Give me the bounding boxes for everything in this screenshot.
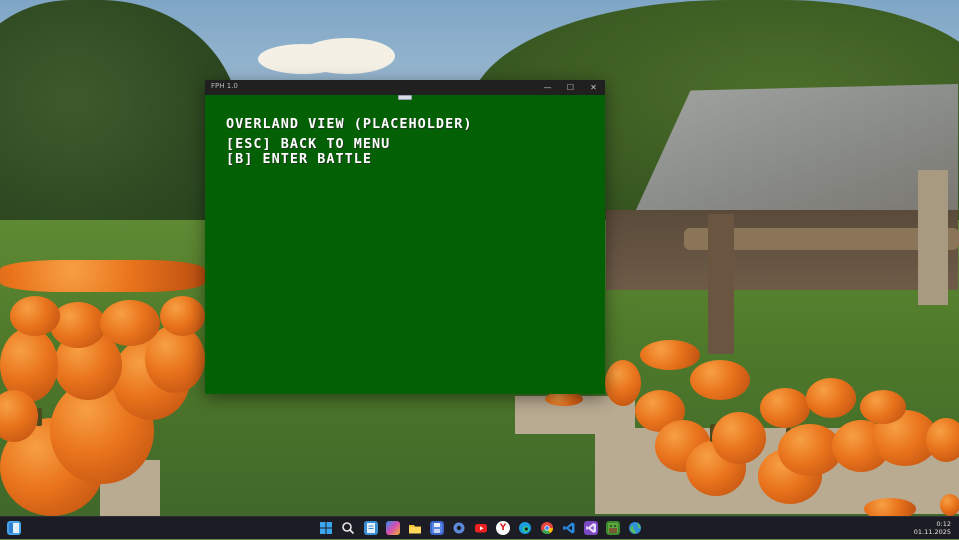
wallpaper-pumpkin [640,340,700,370]
chrome-icon[interactable] [540,521,554,535]
close-button[interactable]: ✕ [582,80,605,95]
wallpaper-cloud [300,38,395,74]
clock-time: 0:12 [936,520,951,528]
start-icon[interactable] [319,521,333,535]
game-window: FPH 1.0 — ☐ ✕ OVERLAND VIEW (PLACEHOLDER… [205,80,605,394]
taskbar: Y 0:12 01.11.2025 [0,516,959,539]
yandex-browser-icon[interactable]: Y [496,521,510,535]
youtube-icon[interactable] [474,521,488,535]
wallpaper-pumpkin [806,378,856,418]
vscode-icon[interactable] [562,521,576,535]
wallpaper-pumpkin [940,494,959,516]
notepad-icon[interactable] [364,521,378,535]
wallpaper-pumpkin-row [0,260,205,292]
window-title: FPH 1.0 [211,82,238,90]
globe-app-icon[interactable] [628,521,642,535]
wallpaper-barn-wall [606,210,958,290]
save-icon[interactable] [430,521,444,535]
menu-hint-esc: [ESC] BACK TO MENU [226,136,391,152]
wallpaper-pumpkin [926,418,959,462]
wallpaper-pumpkin [864,498,916,516]
wallpaper-pumpkin [160,296,205,336]
wallpaper-pumpkin [712,412,766,464]
widgets-icon[interactable] [7,521,21,535]
settings-app-icon[interactable] [452,521,466,535]
file-explorer-icon[interactable] [408,521,422,535]
maximize-button[interactable]: ☐ [559,80,582,95]
drag-handle[interactable] [398,95,412,100]
visual-studio-icon[interactable] [584,521,598,535]
wallpaper-pumpkin [860,390,906,424]
edge-icon[interactable] [518,521,532,535]
wallpaper-pumpkin [605,360,641,406]
minimize-button[interactable]: — [536,80,559,95]
clock-date: 01.11.2025 [913,528,951,536]
wallpaper-signpost [918,170,948,305]
menu-hint-battle: [B] ENTER BATTLE [226,151,373,167]
wallpaper-pumpkin [760,388,810,428]
wallpaper-pumpkin [545,392,583,406]
taskbar-clock[interactable]: 0:12 01.11.2025 [914,520,951,536]
wallpaper-fence-post [708,214,734,354]
copilot-icon[interactable] [386,521,400,535]
window-titlebar[interactable]: FPH 1.0 — ☐ ✕ [205,80,605,95]
wallpaper-pumpkin [690,360,750,400]
minecraft-icon[interactable] [606,521,620,535]
wallpaper-pumpkin [10,296,60,336]
search-icon[interactable] [341,521,355,535]
wallpaper-pumpkin [100,300,160,346]
game-heading: OVERLAND VIEW (PLACEHOLDER) [226,116,473,132]
